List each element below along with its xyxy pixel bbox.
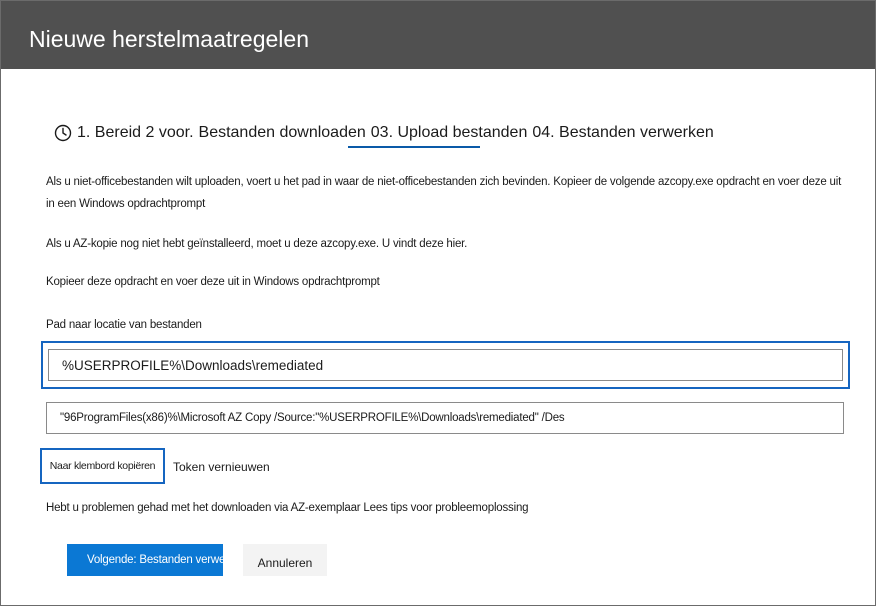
active-step-indicator xyxy=(348,146,480,148)
path-field-label: Pad naar locatie van bestanden xyxy=(46,319,202,331)
step-prepare[interactable]: 1. Bereid 2 voor. xyxy=(77,124,194,142)
clock-icon xyxy=(54,124,72,142)
cancel-button[interactable]: Annuleren xyxy=(243,544,327,576)
dialog-header: Nieuwe herstelmaatregelen xyxy=(1,1,875,69)
install-azcopy-text: Als u AZ-kopie nog niet hebt geïnstallee… xyxy=(46,238,468,250)
copy-to-clipboard-button[interactable]: Naar klembord kopiëren xyxy=(40,448,165,484)
refresh-token-link[interactable]: Token vernieuwen xyxy=(173,457,270,477)
next-process-files-button[interactable]: Volgende: Bestanden verwerken xyxy=(67,544,223,576)
instructions-text: Als u niet-officebestanden wilt uploaden… xyxy=(46,176,842,210)
copy-command-text: Kopieer deze opdracht en voer deze uit i… xyxy=(46,276,380,288)
troubleshooting-text: Hebt u problemen gehad met het downloade… xyxy=(46,502,529,514)
wizard-steps: 1. Bereid 2 voor. Bestanden downloaden 0… xyxy=(54,118,719,148)
step-download-files[interactable]: Bestanden downloaden xyxy=(199,124,366,142)
dialog-title: Nieuwe herstelmaatregelen xyxy=(29,26,309,52)
azcopy-command-field[interactable]: "96ProgramFiles(x86)%\Microsoft AZ Copy … xyxy=(46,402,844,434)
path-input[interactable] xyxy=(48,349,843,381)
step-process-files[interactable]: 04. Bestanden verwerken xyxy=(532,124,713,142)
path-field-highlight xyxy=(41,341,850,389)
dialog-window: Nieuwe herstelmaatregelen 1. Bereid 2 vo… xyxy=(0,0,876,606)
step-upload-files[interactable]: 03. Upload bestanden xyxy=(371,124,528,142)
